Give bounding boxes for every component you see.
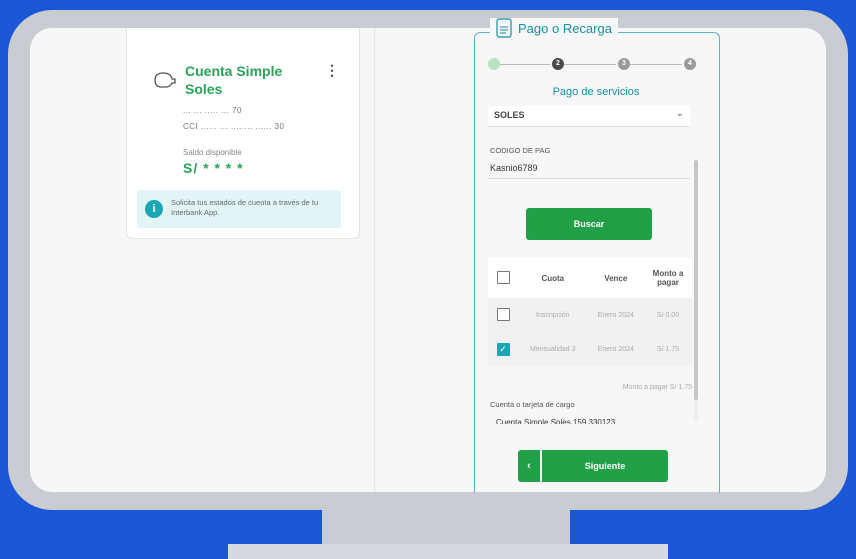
monitor-frame: Cuenta Simple Soles ⋮ ... ... ..... ... … (8, 10, 848, 510)
document-icon (496, 18, 512, 38)
payment-subtitle: Pago de servicios (552, 86, 640, 98)
row-monto: S/ 0.00 (644, 298, 692, 332)
row-checkbox[interactable]: ✓ (496, 342, 510, 356)
account-card[interactable]: Cuenta Simple Soles ⋮ ... ... ..... ... … (126, 28, 360, 239)
charge-account[interactable]: Cuenta Simple Soles 159 330123 (496, 418, 615, 424)
info-text: Solicita tus estados de cuenta a través … (171, 198, 319, 217)
row-cuota: Inscripción (518, 298, 588, 332)
table-row[interactable]: ✓ Mensualidad 3 Enero 2024 S/ 1.75 (488, 332, 692, 366)
balance-label: Saldo disponible (183, 148, 242, 157)
header-cuota: Cuota (518, 258, 588, 298)
step-3: 3 (618, 58, 630, 70)
row-vence: Enero 2024 (587, 298, 644, 332)
chevron-down-icon: ⌄ (675, 108, 684, 119)
header-vence: Vence (587, 258, 644, 298)
scrollbar-thumb[interactable] (694, 160, 698, 400)
row-monto: S/ 1.75 (644, 332, 692, 366)
charge-label: Cuenta o tarjeta de cargo (490, 400, 575, 409)
header-monto: Monto a pagar (644, 258, 692, 298)
table-row[interactable]: Inscripción Enero 2024 S/ 0.00 (488, 298, 692, 332)
step-1 (488, 58, 500, 70)
currency-select[interactable]: SOLES ⌄ (488, 106, 690, 127)
monitor-base (228, 544, 668, 559)
more-options-icon[interactable]: ⋮ (325, 62, 339, 79)
total-amount: Monto a pagar S/ 1.75 (622, 384, 692, 391)
row-cuota: Mensualidad 3 (518, 332, 588, 366)
code-label: CODIGO DE PAG (490, 146, 551, 155)
piggy-bank-icon (154, 72, 176, 88)
row-checkbox[interactable] (496, 307, 510, 321)
payment-header: Pago o Recarga (490, 18, 618, 38)
select-all-checkbox[interactable] (496, 270, 510, 284)
step-4: 4 (684, 58, 696, 70)
currency-value: SOLES (494, 110, 525, 120)
step-2: 2 (552, 58, 564, 70)
stepper: 2 3 4 (488, 58, 704, 70)
code-underline (488, 178, 690, 179)
info-icon: i (145, 200, 163, 218)
next-button[interactable]: Siguiente (542, 450, 668, 482)
account-title: Cuenta Simple Soles (185, 63, 283, 97)
code-input[interactable]: Kasnio6789 (490, 163, 538, 173)
panel-divider (374, 28, 375, 492)
account-cci: CCI ...... ... ........ ...... 30 (183, 122, 285, 131)
payment-title: Pago o Recarga (518, 20, 612, 36)
row-vence: Enero 2024 (587, 332, 644, 366)
info-banner: i Solicita tus estados de cuenta a travé… (137, 190, 341, 228)
back-button[interactable]: ‹ (518, 450, 540, 482)
monitor-stand (322, 510, 570, 546)
quotas-table: Cuota Vence Monto a pagar Inscripción En… (488, 258, 692, 366)
account-number: ... ... ..... ... 70 (183, 106, 242, 115)
balance-value: S/ * * * * (183, 160, 244, 176)
search-button[interactable]: Buscar (526, 208, 652, 240)
